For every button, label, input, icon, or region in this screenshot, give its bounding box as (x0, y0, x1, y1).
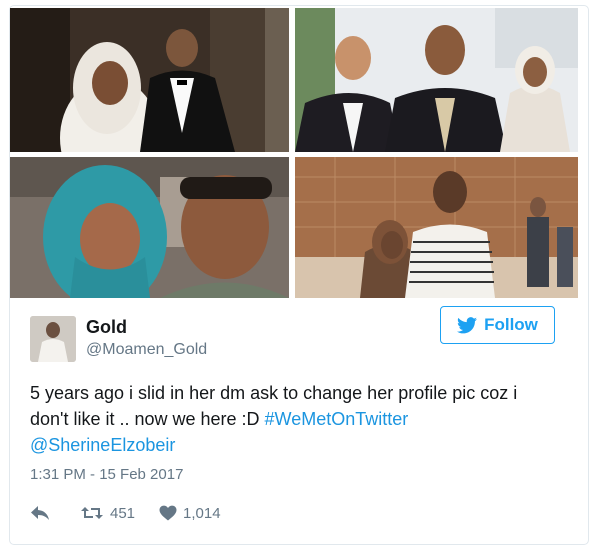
like-button[interactable]: 1,014 (159, 505, 221, 522)
author-handle[interactable]: @Moamen_Gold (86, 341, 207, 359)
reply-icon (31, 506, 49, 520)
photo-selfie[interactable] (10, 157, 289, 298)
photo-grid (10, 8, 578, 298)
retweet-count: 451 (110, 504, 136, 522)
like-count: 1,014 (183, 504, 221, 522)
mention-link[interactable]: @SherineElzobeir (30, 435, 175, 455)
photo-three-people[interactable] (295, 8, 578, 152)
heart-icon (159, 505, 177, 521)
photo-mall[interactable] (295, 157, 578, 298)
tweet-text: 5 years ago i slid in her dm ask to chan… (30, 380, 560, 458)
follow-button[interactable]: Follow (440, 306, 555, 344)
follow-label: Follow (484, 315, 538, 334)
hashtag-link[interactable]: #WeMetOnTwitter (265, 409, 409, 429)
tweet-timestamp[interactable]: 1:31 PM - 15 Feb 2017 (30, 466, 183, 483)
tweet-actions: 451 1,014 (30, 502, 221, 524)
avatar[interactable] (30, 316, 76, 362)
twitter-bird-icon (457, 316, 478, 333)
reply-button[interactable] (30, 502, 52, 524)
retweet-icon (81, 507, 103, 519)
retweet-button[interactable]: 451 (80, 505, 135, 522)
photo-wedding[interactable] (10, 8, 289, 152)
author-name[interactable]: Gold (86, 317, 127, 338)
